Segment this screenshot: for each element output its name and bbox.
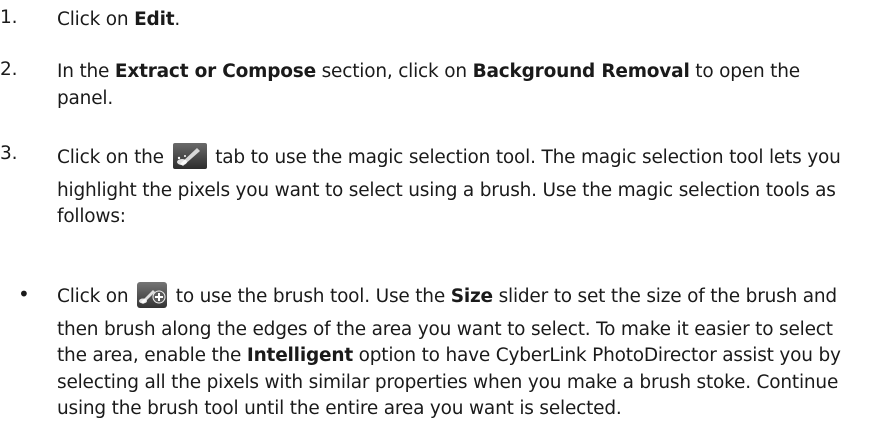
bullet-dot: • [18, 282, 30, 306]
size-label: Size [450, 286, 493, 307]
step-text: In the Extract or Compose section, click… [57, 61, 800, 109]
edit-label: Edit [134, 9, 175, 30]
magic-wand-icon [172, 143, 207, 178]
step-number: 2. [0, 59, 18, 80]
section-name: Extract or Compose [114, 61, 316, 82]
step-number: 3. [0, 143, 18, 164]
step-text: Click on the tab to use the magic select… [57, 143, 853, 231]
step-text: Click on Edit. [57, 9, 181, 30]
intelligent-label: Intelligent [246, 345, 353, 366]
step-number: 1. [0, 7, 18, 28]
panel-name: Background Removal [472, 61, 690, 82]
brush-add-icon [137, 282, 168, 317]
bullet-text: Click on to use the brush tool. Use the … [57, 282, 847, 423]
